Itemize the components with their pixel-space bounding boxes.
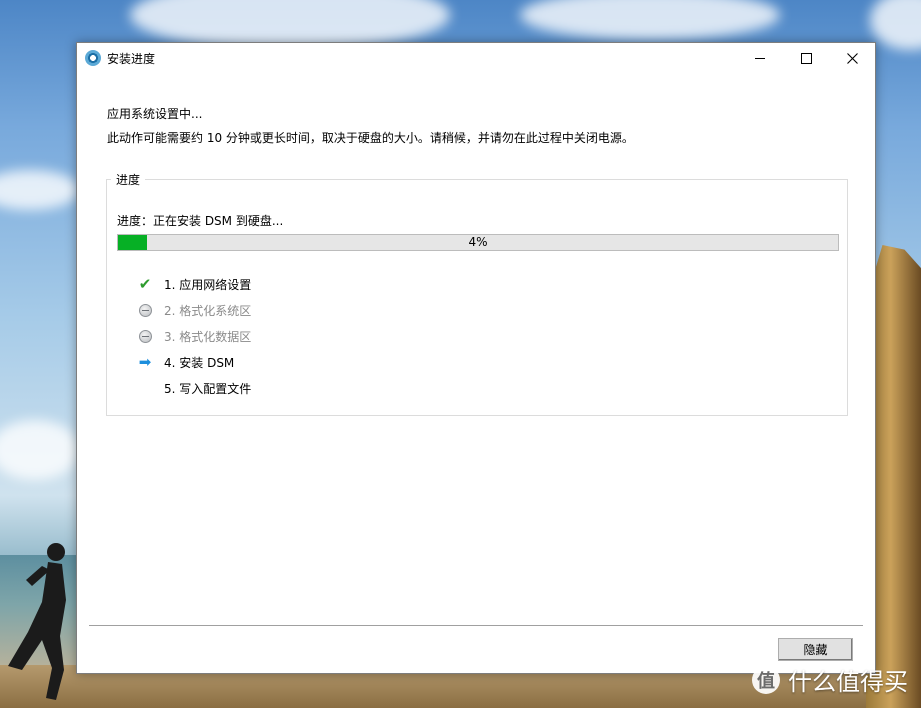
status-heading: 应用系统设置中... [107, 107, 203, 121]
check-icon: ✔ [138, 275, 152, 293]
step-label: 1. 应用网络设置 [164, 277, 252, 292]
watermark-logo-icon: 值 [752, 665, 780, 694]
minus-circle-icon [137, 302, 153, 318]
maximize-button[interactable] [783, 43, 829, 73]
step-format-system: 2. 格式化系统区 [137, 297, 251, 323]
close-icon [846, 52, 858, 64]
install-progress-dialog: 安装进度 应用系统设置中... 此动作可能需要约 10 分钟或更长时间，取决于硬… [76, 42, 876, 674]
maximize-icon [800, 52, 812, 64]
duration-notice: 此动作可能需要约 10 分钟或更长时间，取决于硬盘的大小。请稍候，并请勿在此过程… [107, 131, 634, 145]
progress-status-text: 进度：正在安装 DSM 到硬盘... [117, 214, 284, 228]
minimize-button[interactable] [737, 43, 783, 73]
cloud [870, 0, 921, 50]
step-label: 5. 写入配置文件 [164, 381, 252, 396]
synology-assistant-icon [85, 50, 101, 66]
runner-silhouette [8, 543, 66, 700]
watermark: 值 什么值得买 [752, 662, 908, 697]
progress-bar: 4% [117, 234, 839, 251]
step-format-data: 3. 格式化数据区 [137, 323, 251, 349]
step-label: 3. 格式化数据区 [164, 329, 252, 344]
minus-circle-icon [137, 328, 153, 344]
cloud [0, 170, 80, 210]
arrow-right-icon: ➡ [138, 353, 152, 371]
progress-percent: 4% [468, 235, 488, 249]
step-apply-network: ✔ 1. 应用网络设置 [137, 271, 252, 297]
watermark-text: 什么值得买 [788, 668, 908, 696]
step-install-dsm: ➡ 4. 安装 DSM [137, 349, 251, 375]
progress-group-label: 进度 [111, 171, 146, 188]
install-steps-list: ✔ 1. 应用网络设置 2. 格式化系统区 3. 格式化数据区 ➡ 4. 安装 … [137, 271, 251, 401]
close-button[interactable] [829, 43, 875, 73]
step-icon-placeholder [137, 380, 153, 396]
cloud [520, 0, 780, 40]
minimize-icon [755, 57, 765, 59]
footer-divider [89, 625, 863, 626]
hide-button[interactable]: 隐藏 [778, 638, 853, 661]
title-bar[interactable]: 安装进度 [77, 43, 875, 73]
window-title: 安装进度 [107, 52, 156, 66]
step-label: 4. 安装 DSM [164, 355, 235, 370]
cloud [0, 420, 80, 480]
step-write-config: 5. 写入配置文件 [137, 375, 251, 401]
step-label: 2. 格式化系统区 [164, 303, 252, 318]
